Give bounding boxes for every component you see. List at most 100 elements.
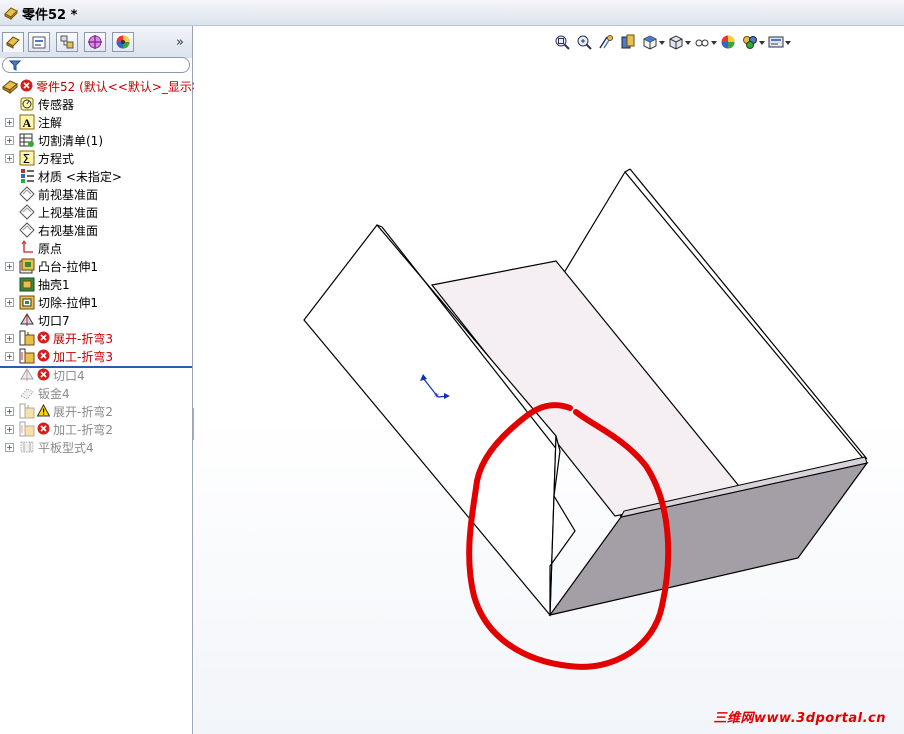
- svg-text:*: *: [434, 392, 439, 403]
- tree-item[interactable]: + 切割清单(1): [0, 131, 192, 149]
- feature-tree-icon: [6, 36, 20, 49]
- tree-item-label: 切割清单(1): [38, 134, 103, 148]
- dimxpert-tab[interactable]: [84, 32, 106, 52]
- tree-item[interactable]: 零件52 (默认<<默认>_显示状: [0, 77, 204, 95]
- error-icon: [37, 331, 50, 344]
- tree-item-label: 原点: [38, 242, 63, 256]
- tree-item-label: 右视基准面: [38, 224, 99, 238]
- part-icon: [2, 78, 18, 95]
- plane-icon: [19, 204, 35, 220]
- tree-item[interactable]: 切口7: [0, 311, 192, 329]
- plane-icon: [19, 186, 35, 202]
- origin-icon: [19, 240, 35, 256]
- tree-item[interactable]: + 切除-拉伸1: [0, 293, 192, 311]
- error-icon: [20, 79, 33, 92]
- property-icon: [32, 36, 46, 49]
- manager-tab-strip: »: [0, 26, 192, 58]
- tree-item-label: 前视基准面: [38, 188, 99, 202]
- expand-toggle[interactable]: +: [5, 298, 14, 307]
- shell-icon: [19, 276, 35, 292]
- expand-toggle[interactable]: +: [5, 443, 14, 452]
- tree-item[interactable]: 抽壳1: [0, 275, 192, 293]
- tree-item-label: 展开-折弯2: [53, 405, 113, 419]
- equation-icon: Σ: [19, 150, 35, 166]
- configuration-manager-tab[interactable]: [56, 32, 78, 52]
- svg-text:A: A: [23, 116, 32, 130]
- expand-toggle[interactable]: +: [5, 425, 14, 434]
- display-manager-tab[interactable]: [112, 32, 134, 52]
- expand-toggle[interactable]: +: [5, 154, 14, 163]
- tree-item-label: 上视基准面: [38, 206, 99, 220]
- error-icon: [37, 422, 50, 435]
- sensor-icon: [19, 96, 35, 112]
- watermark: 三维网www.3dportal.cn: [713, 711, 886, 726]
- expand-toggle[interactable]: +: [5, 262, 14, 271]
- title-bar: 零件52 *: [0, 0, 904, 26]
- tree-item-label: 加工-折弯3: [53, 350, 113, 364]
- error-icon: [37, 349, 50, 362]
- expand-toggle[interactable]: +: [5, 334, 14, 343]
- tree-item[interactable]: + 展开-折弯3: [0, 329, 192, 347]
- more-tabs-button[interactable]: »: [176, 35, 184, 50]
- tree-item[interactable]: 材质 <未指定>: [0, 167, 192, 185]
- tree-item-label: 钣金4: [38, 387, 70, 401]
- tree-item-label: 展开-折弯3: [53, 332, 113, 346]
- annotation-icon: A: [19, 114, 35, 130]
- window-title: 零件52 *: [22, 8, 78, 23]
- tree-item[interactable]: 上视基准面: [0, 203, 192, 221]
- tree-item-label: 切口4: [53, 369, 85, 383]
- tree-item[interactable]: 前视基准面: [0, 185, 192, 203]
- material-icon: [19, 168, 35, 184]
- graphics-area[interactable]: * 三维网www.3dportal.cn: [194, 26, 904, 734]
- expand-toggle[interactable]: +: [5, 118, 14, 127]
- crosshair-icon: [88, 35, 102, 49]
- flat-pattern-icon: [19, 439, 35, 455]
- expand-toggle[interactable]: +: [5, 352, 14, 361]
- tree-item-label: 方程式: [38, 152, 75, 166]
- property-manager-tab[interactable]: [28, 32, 50, 52]
- tree-item[interactable]: + 平板型式4: [0, 438, 192, 456]
- part-model-view[interactable]: *: [194, 26, 904, 734]
- tree-item[interactable]: + 加工-折弯2: [0, 420, 192, 438]
- cut-extrude-icon: [19, 294, 35, 310]
- tree-item[interactable]: + 展开-折弯2: [0, 402, 192, 420]
- boss-extrude-icon: [19, 258, 35, 274]
- tree-item[interactable]: 传感器: [0, 95, 192, 113]
- feature-manager-tab[interactable]: [2, 32, 24, 52]
- svg-text:Σ: Σ: [23, 152, 31, 166]
- expand-toggle[interactable]: +: [5, 407, 14, 416]
- tree-item[interactable]: + 凸台-拉伸1: [0, 257, 192, 275]
- tree-item[interactable]: 钣金4: [0, 384, 192, 402]
- tree-item[interactable]: + A 注解: [0, 113, 192, 131]
- sheet-metal-icon: [19, 385, 35, 401]
- tree-item-label: 抽壳1: [38, 278, 70, 292]
- expand-toggle[interactable]: +: [5, 136, 14, 145]
- rollback-bar[interactable]: [0, 366, 192, 368]
- tree-item-label: 平板型式4: [38, 441, 94, 455]
- tree-item-label: 零件52 (默认<<默认>_显示状: [36, 80, 204, 94]
- unfold-icon: [19, 403, 35, 419]
- part-icon: [4, 7, 18, 20]
- tree-item[interactable]: 原点: [0, 239, 192, 257]
- process-bends-icon: [19, 421, 35, 437]
- tree-item-label: 加工-折弯2: [53, 423, 113, 437]
- tree-item-label: 材质 <未指定>: [38, 170, 122, 184]
- tree-item-label: 切口7: [38, 314, 70, 328]
- rip-icon: [19, 312, 35, 328]
- tree-item[interactable]: + 加工-折弯3: [0, 347, 192, 365]
- feature-manager-pane: » 零件52 (默认<<默认>_显示状 传感器 + A 注解 + 切割清单(1) + Σ 方程式材…: [0, 26, 204, 734]
- right-wall-edge: [624, 168, 631, 173]
- rip-icon: [19, 367, 35, 383]
- tree-item[interactable]: 切口4: [0, 366, 192, 384]
- tree-item-label: 切除-拉伸1: [38, 296, 98, 310]
- tree-item[interactable]: 右视基准面: [0, 221, 192, 239]
- error-icon: [37, 368, 50, 381]
- warning-icon: [36, 403, 51, 417]
- cutlist-icon: [19, 132, 35, 148]
- tree-item[interactable]: + Σ 方程式: [0, 149, 192, 167]
- configuration-icon: [60, 35, 74, 49]
- color-wheel-icon: [116, 35, 130, 49]
- unfold-icon: [19, 330, 35, 346]
- tree-item-label: 注解: [38, 116, 63, 130]
- tree-filter-input[interactable]: [2, 57, 190, 73]
